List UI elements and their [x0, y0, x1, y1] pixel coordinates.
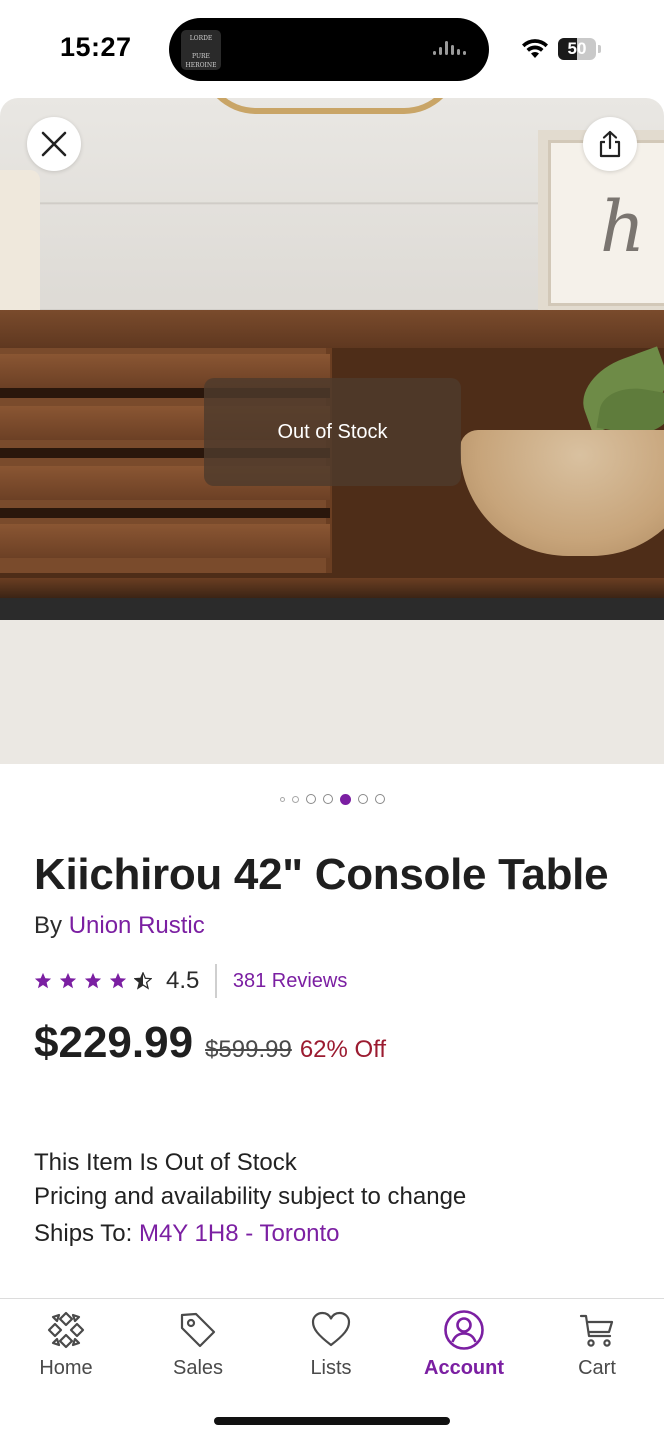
discount-badge: 62% Off — [299, 1036, 387, 1063]
tab-home-label: Home — [39, 1357, 93, 1379]
sale-price: $229.99 — [34, 1018, 194, 1067]
gallery-dot[interactable] — [279, 796, 285, 802]
tab-cart[interactable]: Cart — [531, 1309, 663, 1380]
ships-to-location-link[interactable]: M4Y 1H8 - Toronto — [139, 1220, 340, 1247]
product-title: Kiichirou 42" Console Table — [34, 850, 609, 899]
battery-tip — [598, 45, 601, 53]
price-row: $229.99 $599.99 62% Off — [34, 1018, 386, 1068]
rating-row[interactable]: 4.5 381 Reviews — [34, 964, 347, 998]
reviews-link[interactable]: 381 Reviews — [233, 970, 348, 993]
wifi-icon — [522, 39, 548, 58]
close-button[interactable] — [27, 117, 81, 171]
original-price: $599.99 — [205, 1036, 292, 1063]
tag-icon — [180, 1312, 216, 1348]
brand-line: By Union Rustic — [34, 912, 205, 940]
rating-value: 4.5 — [166, 967, 200, 994]
tab-lists-label: Lists — [310, 1357, 352, 1379]
gallery-dot[interactable] — [322, 794, 333, 804]
tab-sales-label: Sales — [172, 1357, 224, 1379]
tab-home[interactable]: Home — [0, 1309, 132, 1380]
star-icon — [109, 972, 127, 989]
star-icon — [134, 972, 152, 990]
cart-icon — [579, 1314, 614, 1347]
tab-account[interactable]: Account — [398, 1309, 530, 1380]
gallery-dot[interactable] — [339, 793, 351, 805]
share-icon — [599, 130, 621, 158]
close-icon — [41, 131, 67, 157]
by-prefix: By — [34, 912, 63, 939]
gallery-dot[interactable] — [305, 794, 316, 804]
ships-to-row: Ships To: M4Y 1H8 - Toronto — [34, 1220, 340, 1248]
out-of-stock-overlay: Out of Stock — [204, 378, 461, 486]
brand-link[interactable]: Union Rustic — [69, 912, 205, 939]
gallery-dot[interactable] — [357, 794, 368, 804]
tab-lists[interactable]: Lists — [265, 1309, 397, 1380]
status-bar: 15:27 LORDE PURE HEROINE 50 — [0, 0, 664, 96]
home-indicator[interactable] — [214, 1417, 450, 1425]
battery-icon: 50 — [558, 38, 596, 60]
battery-level: 50 — [567, 39, 587, 58]
tab-cart-label: Cart — [578, 1357, 616, 1379]
heart-icon — [311, 1311, 351, 1347]
gallery-pagination[interactable] — [0, 790, 664, 808]
availability-info: This Item Is Out of Stock Pricing and av… — [34, 1146, 466, 1214]
star-icon — [59, 972, 77, 989]
star-icon — [84, 972, 102, 989]
now-playing-album-art: LORDE PURE HEROINE — [181, 30, 221, 70]
stock-status: This Item Is Out of Stock — [34, 1149, 297, 1176]
dynamic-island[interactable]: LORDE PURE HEROINE — [169, 18, 489, 81]
star-rating — [34, 972, 152, 990]
tab-account-label: Account — [424, 1357, 504, 1379]
home-icon — [47, 1311, 85, 1349]
audio-waveform-icon — [433, 40, 471, 60]
rating-divider — [215, 964, 217, 998]
star-icon — [34, 972, 52, 989]
status-time: 15:27 — [60, 32, 132, 62]
gallery-dot[interactable] — [291, 795, 299, 803]
ships-to-label: Ships To: — [34, 1220, 133, 1247]
share-button[interactable] — [583, 117, 637, 171]
tab-sales[interactable]: Sales — [132, 1309, 264, 1380]
pricing-note: Pricing and availability subject to chan… — [34, 1183, 467, 1210]
account-icon — [444, 1310, 484, 1350]
gallery-dot[interactable] — [374, 794, 385, 804]
